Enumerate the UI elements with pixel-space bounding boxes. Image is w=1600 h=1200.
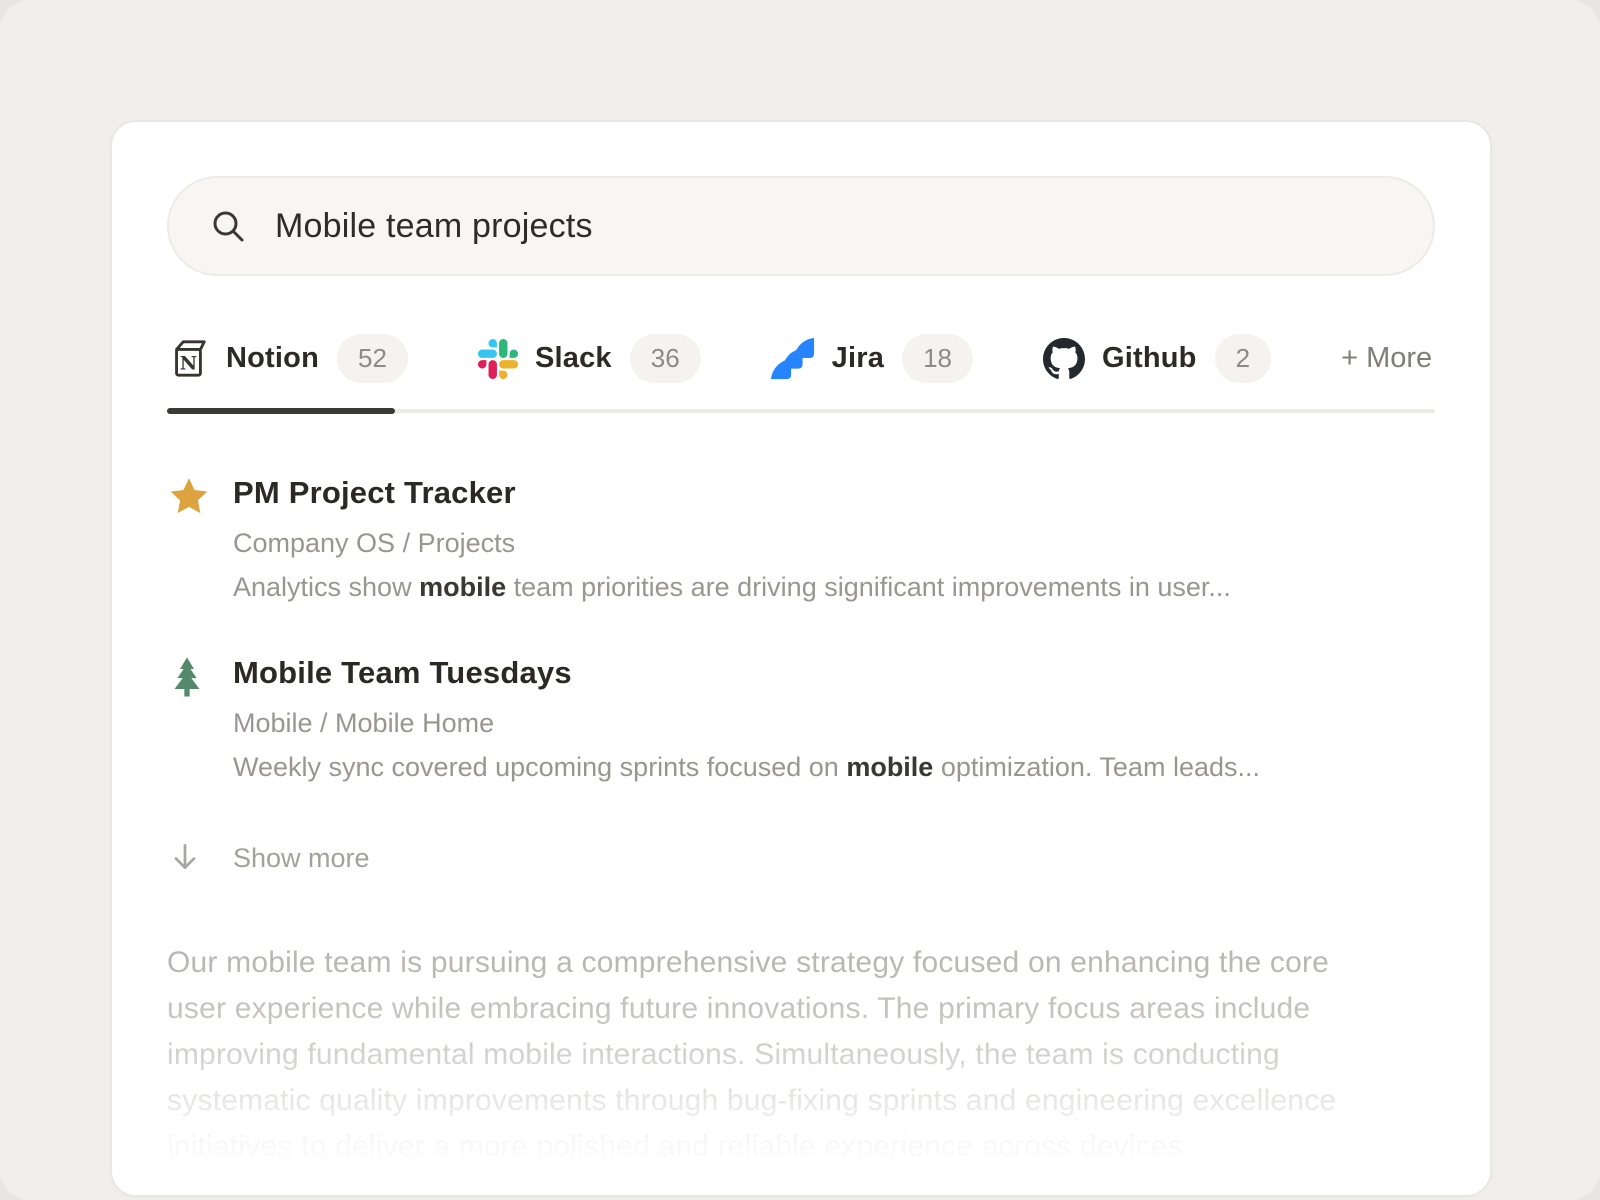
result-snippet: Weekly sync covered upcoming sprints foc…: [233, 752, 1435, 783]
github-icon: [1043, 338, 1085, 380]
tab-notion[interactable]: N Notion 52: [167, 334, 408, 383]
show-more-label: Show more: [233, 843, 370, 874]
results-list: PM Project Tracker Company OS / Projects…: [167, 475, 1435, 882]
summary-line: systematic quality improvements through …: [167, 1078, 1435, 1124]
tab-more[interactable]: + More: [1341, 342, 1432, 375]
source-tabs: N Notion 52 Slack 36: [167, 334, 1435, 383]
result-breadcrumb: Company OS / Projects: [233, 528, 1435, 559]
tab-label: Jira: [832, 342, 884, 375]
tab-github[interactable]: Github 2: [1043, 334, 1271, 383]
tab-jira[interactable]: Jira 18: [771, 334, 973, 383]
notion-icon: N: [167, 338, 209, 380]
tab-count-badge: 18: [902, 334, 973, 383]
tab-count-badge: 2: [1215, 334, 1271, 383]
tab-label: Github: [1102, 342, 1197, 375]
tab-count-badge: 52: [337, 334, 408, 383]
show-more-button[interactable]: Show more: [167, 835, 1435, 882]
search-input[interactable]: Mobile team projects: [275, 207, 593, 246]
snippet-highlight: mobile: [846, 752, 933, 782]
active-tab-indicator: [167, 408, 395, 414]
jira-icon: [771, 337, 815, 381]
result-row[interactable]: Mobile Team Tuesdays Mobile / Mobile Hom…: [167, 655, 1435, 783]
summary-line: user experience while embracing future i…: [167, 986, 1435, 1032]
snippet-text: team priorities are driving significant …: [506, 572, 1231, 602]
tab-slack[interactable]: Slack 36: [478, 334, 701, 383]
result-title[interactable]: Mobile Team Tuesdays: [233, 655, 1435, 691]
arrow-down-icon: [167, 839, 203, 875]
show-more-icon-cell: [167, 835, 233, 882]
snippet-text: Analytics show: [233, 572, 419, 602]
result-body: Mobile Team Tuesdays Mobile / Mobile Hom…: [233, 655, 1435, 783]
snippet-text: Weekly sync covered upcoming sprints foc…: [233, 752, 846, 782]
tab-count-badge: 36: [630, 334, 701, 383]
tabs-divider: [167, 409, 1435, 413]
tree-icon: [167, 655, 207, 703]
tab-label: Notion: [226, 342, 319, 375]
page-background: Mobile team projects N Notion 52: [0, 0, 1600, 1200]
search-icon: [209, 207, 247, 245]
search-bar[interactable]: Mobile team projects: [167, 176, 1435, 276]
result-title[interactable]: PM Project Tracker: [233, 475, 1435, 511]
snippet-text: optimization. Team leads...: [933, 752, 1260, 782]
ai-summary-text: Our mobile team is pursuing a comprehens…: [167, 940, 1435, 1170]
result-icon-cell: [167, 655, 233, 783]
summary-line: improving fundamental mobile interaction…: [167, 1032, 1435, 1078]
summary-line: Our mobile team is pursuing a comprehens…: [167, 940, 1435, 986]
snippet-highlight: mobile: [419, 572, 506, 602]
result-breadcrumb: Mobile / Mobile Home: [233, 708, 1435, 739]
result-icon-cell: [167, 475, 233, 603]
tab-label: Slack: [535, 342, 612, 375]
star-icon: [167, 475, 211, 519]
result-snippet: Analytics show mobile team priorities ar…: [233, 572, 1435, 603]
summary-line: initiatives to deliver a more polished a…: [167, 1124, 1435, 1170]
svg-text:N: N: [180, 351, 197, 374]
result-row[interactable]: PM Project Tracker Company OS / Projects…: [167, 475, 1435, 603]
result-body: PM Project Tracker Company OS / Projects…: [233, 475, 1435, 603]
search-panel: Mobile team projects N Notion 52: [110, 120, 1492, 1197]
slack-icon: [478, 339, 518, 379]
